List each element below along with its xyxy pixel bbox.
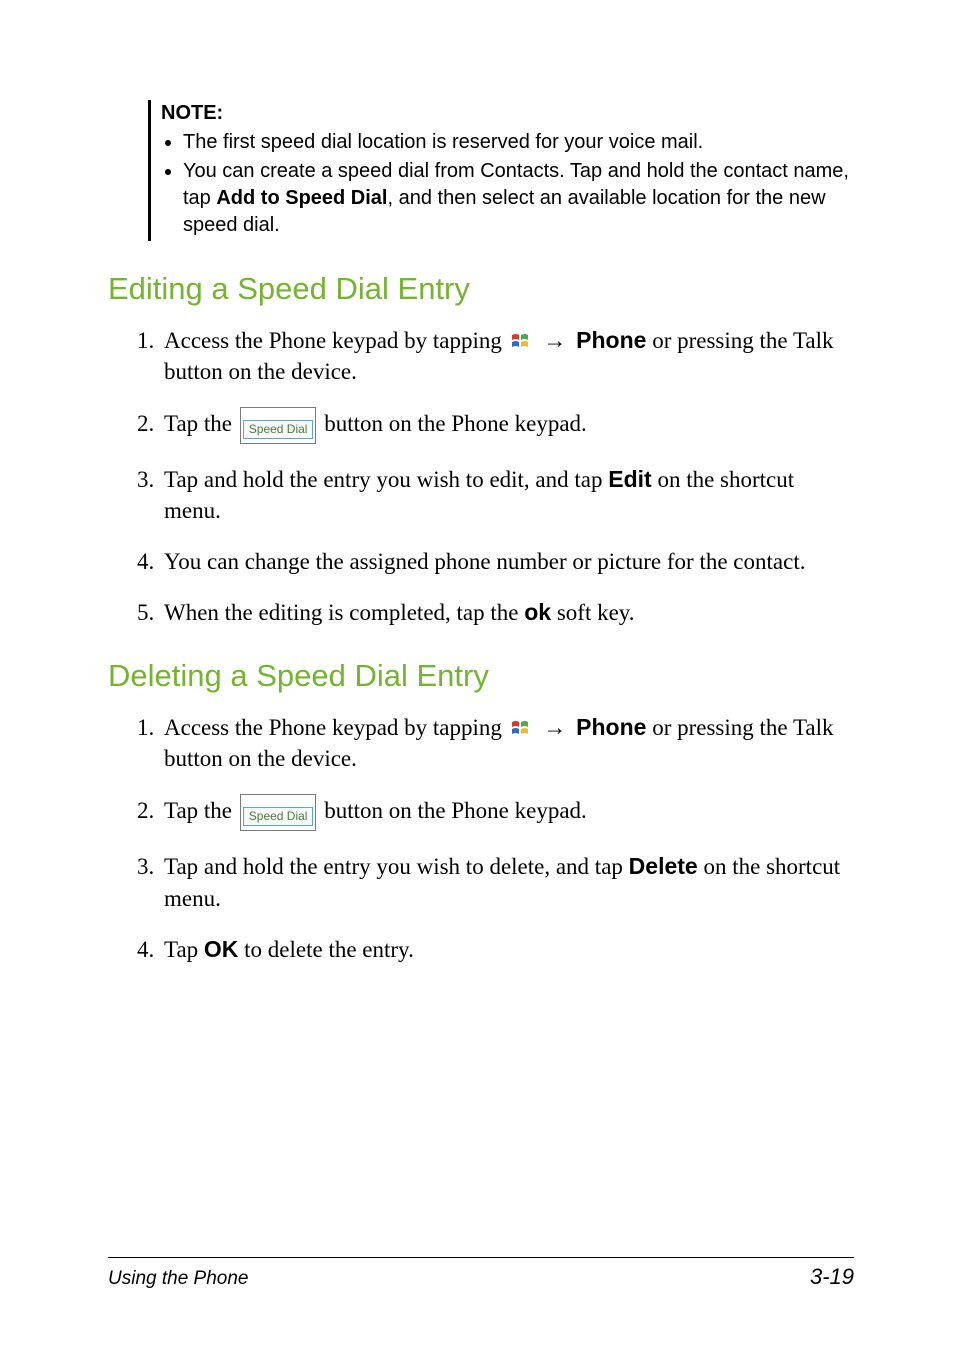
page-footer: Using the Phone 3-19 [108, 1257, 854, 1290]
speed-dial-button-label: Speed Dial [243, 420, 314, 439]
step-text: Access the Phone keypad by tapping [164, 715, 508, 740]
step-item: Tap and hold the entry you wish to delet… [160, 851, 854, 913]
steps-delete: Access the Phone keypad by tapping → Pho… [108, 712, 854, 964]
footer-rule [108, 1257, 854, 1258]
step-text: Tap the [164, 411, 238, 436]
footer-page-number: 3-19 [810, 1264, 854, 1290]
arrow-icon: → [543, 327, 566, 353]
step-item: Tap the Speed Dial button on the Phone k… [160, 407, 854, 444]
note-list: The first speed dial location is reserve… [161, 129, 854, 239]
footer-section-title: Using the Phone [108, 1268, 249, 1290]
menu-phone: Phone [576, 714, 646, 740]
note-block: NOTE: The first speed dial location is r… [148, 100, 854, 241]
windows-start-icon [510, 332, 530, 350]
arrow-icon: → [543, 714, 566, 740]
step-item: When the editing is completed, tap the o… [160, 597, 854, 628]
bold-ok: ok [524, 599, 551, 625]
steps-edit: Access the Phone keypad by tapping → Pho… [108, 325, 854, 628]
note-item: You can create a speed dial from Contact… [183, 158, 854, 239]
speed-dial-button-image: Speed Dial [240, 407, 317, 444]
note-content: NOTE: The first speed dial location is r… [161, 100, 854, 241]
menu-phone: Phone [576, 327, 646, 353]
step-item: Access the Phone keypad by tapping → Pho… [160, 712, 854, 774]
heading-deleting: Deleting a Speed Dial Entry [108, 658, 854, 694]
step-text: When the editing is completed, tap the [164, 600, 524, 625]
step-text: Tap [164, 937, 204, 962]
step-text: to delete the entry. [238, 937, 413, 962]
footer-row: Using the Phone 3-19 [108, 1264, 854, 1290]
step-text: Tap and hold the entry you wish to edit,… [164, 467, 608, 492]
step-item: Tap and hold the entry you wish to edit,… [160, 464, 854, 526]
windows-start-icon [510, 719, 530, 737]
step-text: Access the Phone keypad by tapping [164, 328, 508, 353]
note-title: NOTE: [161, 102, 223, 124]
note-text: The first speed dial location is reserve… [183, 131, 703, 153]
bold-edit: Edit [608, 466, 651, 492]
step-item: Tap OK to delete the entry. [160, 934, 854, 965]
heading-editing: Editing a Speed Dial Entry [108, 271, 854, 307]
step-item: Access the Phone keypad by tapping → Pho… [160, 325, 854, 387]
speed-dial-button-label: Speed Dial [243, 807, 314, 826]
step-text: soft key. [551, 600, 634, 625]
note-bar [148, 100, 151, 241]
bold-delete: Delete [629, 853, 698, 879]
step-text: Tap and hold the entry you wish to delet… [164, 854, 629, 879]
speed-dial-button-image: Speed Dial [240, 794, 317, 831]
step-item: Tap the Speed Dial button on the Phone k… [160, 794, 854, 831]
note-item: The first speed dial location is reserve… [183, 129, 854, 156]
note-bold: Add to Speed Dial [216, 187, 387, 209]
document-page: NOTE: The first speed dial location is r… [0, 0, 954, 1352]
step-item: You can change the assigned phone number… [160, 546, 854, 577]
bold-ok: OK [204, 936, 239, 962]
step-text: button on the Phone keypad. [324, 411, 587, 436]
step-text: button on the Phone keypad. [324, 798, 587, 823]
step-text: Tap the [164, 798, 238, 823]
step-text: You can change the assigned phone number… [164, 549, 805, 574]
